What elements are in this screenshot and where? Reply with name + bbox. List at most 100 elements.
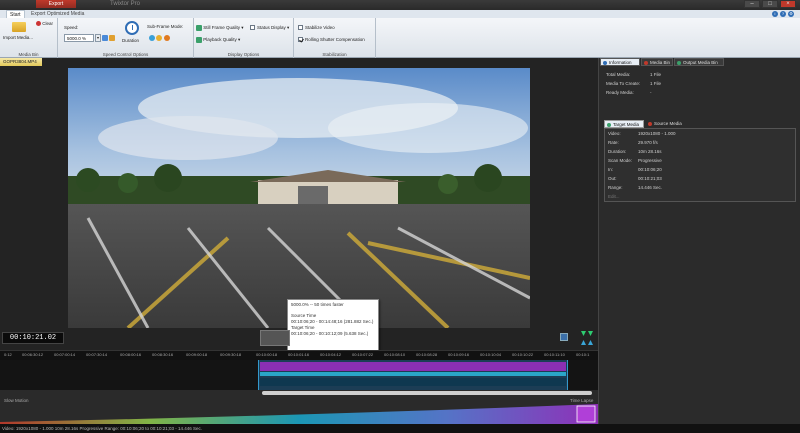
speed-tooltip: 5000.0% -- 50 times faster Source Time 0… (287, 299, 379, 353)
speed-mode-icon[interactable] (102, 35, 108, 41)
detail-scan-value: Progressive (638, 158, 662, 163)
clear-button[interactable]: Clear (36, 21, 54, 27)
ruler-tick: 00:10:00:18 (256, 352, 278, 357)
in-out-markers-icon[interactable] (580, 330, 594, 346)
quality-icon (196, 25, 202, 31)
target-strip (260, 372, 566, 376)
group-label-display-options: Display Options (227, 52, 260, 57)
ruler-tick: 00:07:00:14 (54, 352, 76, 357)
stabilize-video-label: Stabilize Video (305, 25, 335, 30)
summary-total-label: Total Media: (606, 72, 631, 77)
percent-icon[interactable] (109, 35, 116, 41)
speed-input[interactable]: 5000.0 % (64, 34, 94, 42)
media-bin-icon (644, 61, 648, 65)
ruler-tick: 00:10:04:12 (320, 352, 342, 357)
detail-range-label: Range: (608, 185, 623, 190)
source-media-icon (648, 122, 652, 126)
window-title: Twixtor Pro (110, 1, 141, 7)
close-icon[interactable]: × (780, 0, 796, 8)
ribbon-tab-row: Start Export Optimized Media i ? ⚙ (0, 10, 800, 18)
subframe-nearest-icon[interactable] (149, 35, 155, 41)
tab-target-media[interactable]: Target Media (604, 120, 644, 128)
playhead-handle[interactable] (260, 330, 290, 346)
info-icon[interactable]: i (772, 11, 778, 17)
tab-media-bin[interactable]: Media Bin (641, 58, 673, 66)
ruler-tick: 00:10:08:28 (416, 352, 438, 357)
timeline-scroll-thumb[interactable] (262, 391, 592, 395)
output-media-bin-icon (677, 61, 681, 65)
ribbon: Clear Import Media... Media Bin Speed: 5… (0, 18, 800, 58)
ruler-tick: 00:08:00:16 (120, 352, 142, 357)
media-subtabs: Target Media Source Media (604, 120, 796, 128)
stabilize-video-toggle[interactable]: Stabilize Video (298, 25, 335, 31)
ruler-tick: 00:10:11:10 (544, 352, 565, 357)
speed-segment[interactable] (260, 362, 566, 371)
subframe-mode-label: Sub-Frame Mode: (147, 24, 184, 29)
rolling-shutter-checkbox[interactable] (298, 37, 303, 43)
detail-duration-value: 10m 28.16s (638, 149, 662, 154)
group-display-options: Still Frame Quality ▾ Status Display ▾ P… (194, 18, 294, 58)
group-media-bin: Clear Import Media... Media Bin (0, 18, 58, 58)
loop-icon[interactable] (560, 333, 568, 341)
detail-out-label: Out: (608, 176, 617, 181)
stabilize-video-checkbox[interactable] (298, 25, 303, 31)
duration-button[interactable]: Duration (122, 38, 139, 43)
detail-out-value: 00:10:21;03 (638, 176, 662, 181)
subframe-blend-icon[interactable] (156, 35, 163, 41)
settings-icon[interactable]: ⚙ (788, 11, 794, 17)
time-lapse-label: Time Lapse (570, 398, 594, 403)
ruler-tick: 00:10:09:16 (448, 352, 470, 357)
duration-clock-icon[interactable] (125, 21, 139, 35)
media-details (604, 128, 796, 202)
speed-mode-icons (102, 35, 116, 41)
file-tab[interactable]: GOPR3804.MP4 (0, 58, 42, 66)
tab-export-optimized-media[interactable]: Export Optimized Media (28, 10, 87, 18)
tab-information-label: Information (609, 60, 632, 65)
edit-link[interactable]: Edit... (608, 194, 620, 199)
detail-scan-label: Scan Mode: (608, 158, 633, 163)
tab-source-media[interactable]: Source Media (646, 120, 690, 128)
clear-label: Clear (42, 21, 54, 26)
tab-information[interactable]: Information (600, 58, 640, 66)
timeline-ruler[interactable]: 0:12 00:06:30:12 00:07:00:14 00:07:30:14… (0, 350, 598, 360)
ruler-tick: 00:09:30:18 (220, 352, 242, 357)
summary-ready-label: Ready Media: (606, 90, 634, 95)
import-media-button[interactable]: Import Media... (3, 35, 33, 40)
rolling-shutter-toggle[interactable]: Rolling Shutter Compensation (298, 37, 365, 43)
group-stabilization: Stabilize Video Rolling Shutter Compensa… (294, 18, 376, 58)
information-icon (603, 61, 607, 65)
detail-in-label: In: (608, 167, 614, 172)
info-panel-tabs: Information Media Bin Output Media Bin (600, 58, 800, 66)
rolling-shutter-label: Rolling Shutter Compensation (305, 37, 365, 42)
subframe-motion-icon[interactable] (163, 35, 170, 41)
status-display-checkbox[interactable] (250, 25, 255, 31)
subframe-mode-icons (149, 35, 170, 41)
maximize-icon[interactable]: □ (762, 0, 778, 8)
speed-stepper[interactable]: ▾ (95, 34, 101, 42)
speed-chart[interactable]: Slow Motion Time Lapse (0, 396, 598, 424)
status-bar: Video: 1920x1080 - 1.000 10m 28.16s Prog… (0, 424, 800, 433)
video-scene (68, 68, 530, 328)
playback-quality-dropdown[interactable]: Playback Quality ▾ (196, 37, 240, 43)
still-frame-quality-dropdown[interactable]: Still Frame Quality ▾ (196, 25, 244, 31)
window-controls: – □ × (744, 0, 796, 8)
ruler-tick: 00:10:10:22 (512, 352, 534, 357)
ruler-tick: 00:08:30:16 (152, 352, 174, 357)
detail-rate-label: Rate: (608, 140, 619, 145)
app-window: Export Twixtor Pro – □ × Start Export Op… (0, 0, 800, 433)
minimize-icon[interactable]: – (744, 0, 760, 8)
video-preview[interactable] (68, 68, 530, 328)
ruler-tick: 00:10:08:10 (384, 352, 406, 357)
summary-create-value: 1 File (650, 81, 662, 86)
tab-output-media-bin[interactable]: Output Media Bin (674, 58, 724, 66)
timecode-display: 00:10:21.02 (2, 332, 64, 344)
tab-start[interactable]: Start (6, 10, 25, 18)
still-frame-quality-label: Still Frame Quality (203, 25, 241, 31)
help-icon[interactable]: ? (780, 11, 786, 17)
ruler-tick: 00:10:01:16 (288, 352, 310, 357)
folder-icon[interactable] (12, 22, 26, 32)
context-tab-export[interactable]: Export (36, 0, 76, 8)
summary-ready-value: - (650, 90, 652, 95)
title-bar: Export Twixtor Pro – □ × (0, 0, 800, 10)
status-display-toggle[interactable]: Status Display ▾ (250, 25, 289, 31)
